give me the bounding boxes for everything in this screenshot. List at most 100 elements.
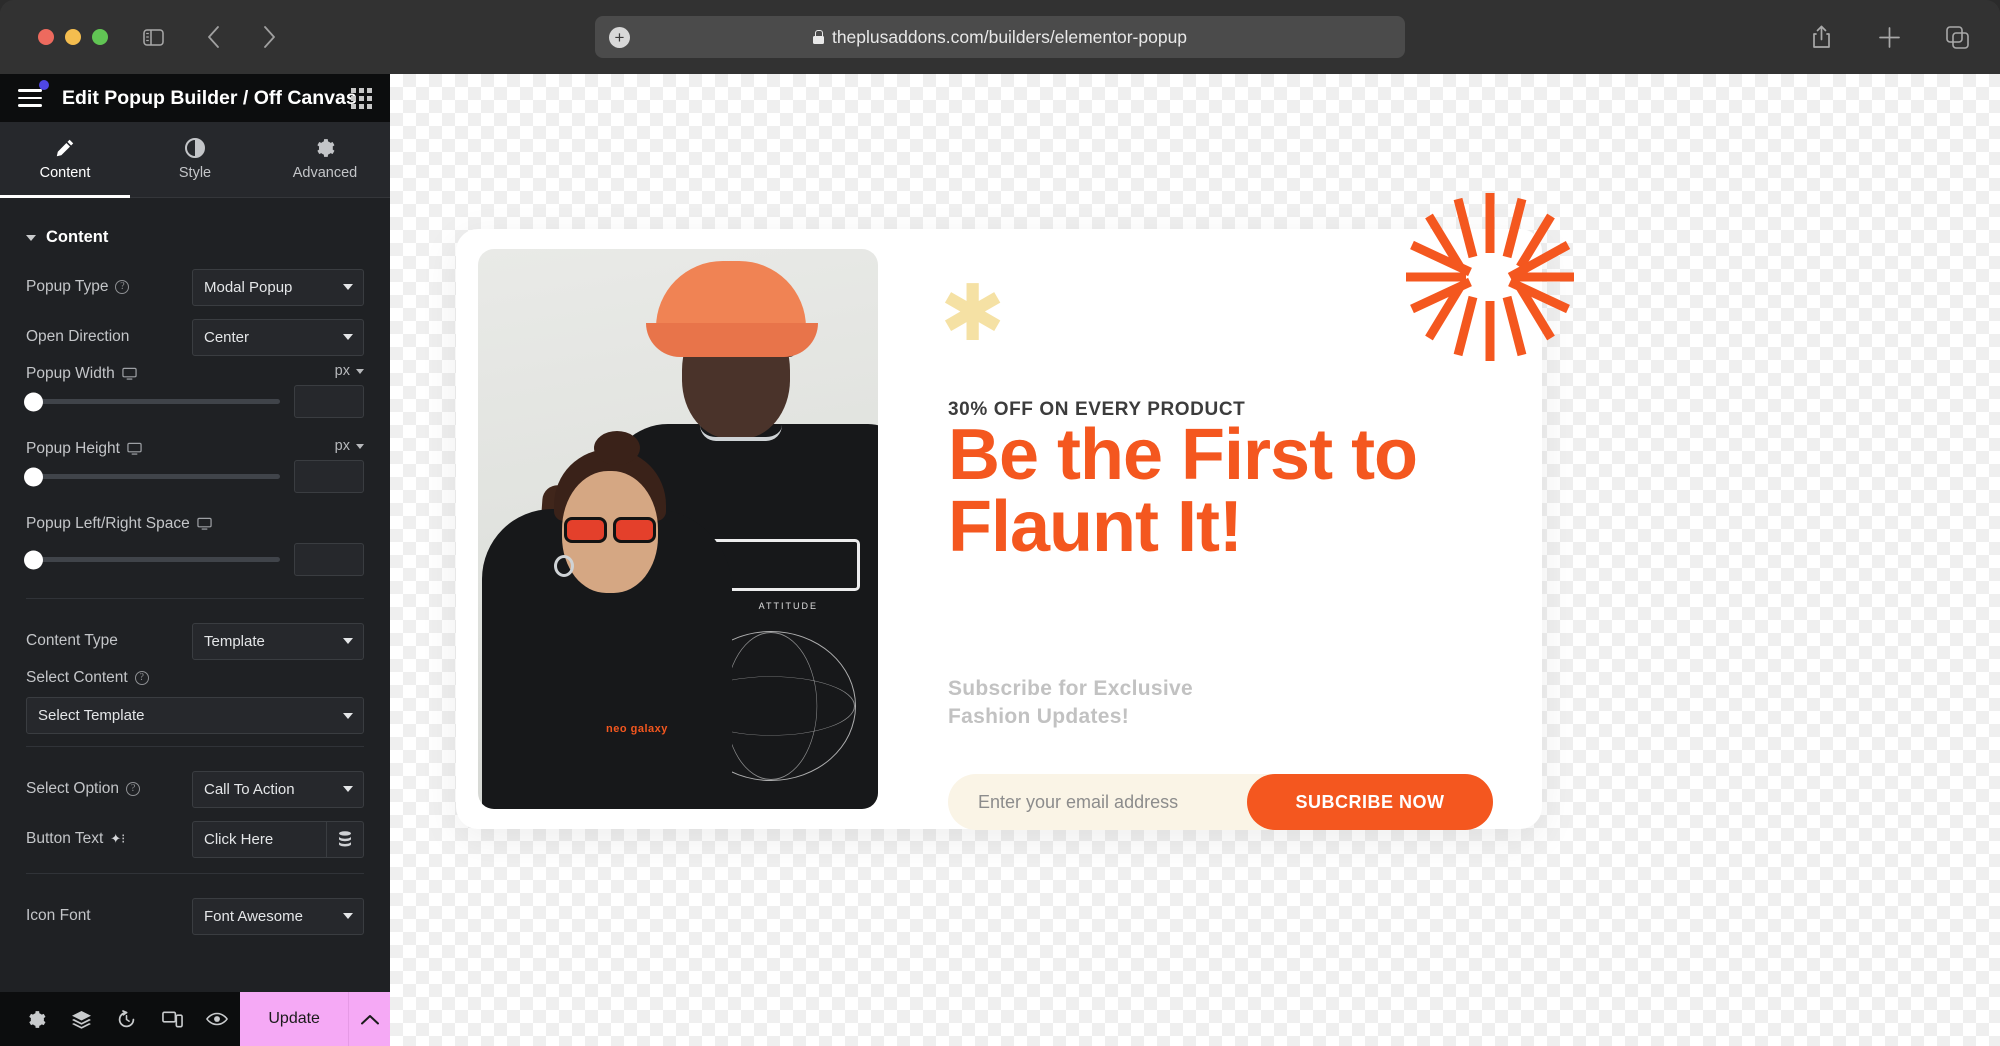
tab-advanced-label: Advanced	[292, 165, 358, 181]
preview-eye-icon[interactable]	[195, 992, 240, 1046]
minimize-window-button[interactable]	[65, 29, 81, 45]
share-icon[interactable]	[1804, 20, 1838, 54]
tshirt-logo: neo galaxy	[606, 723, 668, 735]
forward-chevron-icon[interactable]	[252, 20, 286, 54]
back-chevron-icon[interactable]	[196, 20, 230, 54]
address-bar-container: + theplusaddons.com/builders/elementor-p…	[595, 16, 1405, 58]
select-option-label: Select Option	[26, 780, 120, 797]
popup-type-select[interactable]: Modal Popup	[192, 268, 364, 306]
chevron-down-icon	[343, 712, 353, 719]
help-icon[interactable]: ?	[115, 280, 130, 294]
popup-content-area: ✱ 30% OFF ON EVERY PRODUCT Be the First …	[878, 193, 1574, 830]
open-direction-select[interactable]: Center	[192, 318, 364, 356]
popup-height-input[interactable]	[294, 460, 364, 493]
layers-icon[interactable]	[59, 992, 104, 1046]
popup-width-input[interactable]	[294, 385, 364, 418]
plus-circle-icon[interactable]: +	[609, 26, 630, 48]
panel-title: Edit Popup Builder / Off Canvas	[62, 86, 357, 109]
editor-panel: Edit Popup Builder / Off Canvas Content	[0, 74, 391, 1046]
tab-advanced[interactable]: Advanced	[260, 122, 390, 197]
content-section-header[interactable]: Content	[0, 202, 390, 265]
apps-grid-icon[interactable]	[351, 87, 372, 109]
dynamic-tags-sparkle-icon[interactable]: ✦⁝	[110, 831, 125, 847]
popup-type-label: Popup Type	[26, 278, 109, 295]
popup-height-slider[interactable]	[24, 467, 280, 486]
tab-content[interactable]: Content	[0, 122, 130, 198]
popup-width-slider[interactable]	[24, 392, 280, 411]
select-content-value: Select Template	[38, 707, 145, 724]
close-window-button[interactable]	[38, 29, 54, 45]
new-tab-plus-icon[interactable]	[1872, 20, 1906, 54]
button-text-input[interactable]: Click Here	[192, 820, 364, 858]
select-option-select[interactable]: Call To Action	[192, 770, 364, 808]
chevron-down-icon	[356, 368, 364, 374]
history-icon[interactable]	[104, 992, 149, 1046]
browser-window: + theplusaddons.com/builders/elementor-p…	[0, 0, 2000, 1046]
icon-font-select[interactable]: Font Awesome	[192, 897, 364, 935]
field-content-type: Content Type Template	[0, 619, 390, 663]
select-content-label: Select Content	[26, 669, 128, 686]
tab-style-label: Style	[178, 165, 212, 181]
select-content-select[interactable]: Select Template	[26, 697, 364, 734]
tab-style[interactable]: Style	[130, 122, 260, 197]
update-options-chevron-up-icon[interactable]	[348, 992, 391, 1046]
editor-canvas: ATTITUDE neo galaxy ✱ 30% OFF ON EVERY P…	[390, 74, 2000, 1046]
sunburst-close-icon[interactable]	[1400, 187, 1580, 367]
icon-font-value: Font Awesome	[204, 907, 303, 925]
tshirt-subtext: ATTITUDE	[758, 601, 818, 611]
popup-width-label: Popup Width	[26, 365, 115, 382]
browser-toolbar-right	[1804, 20, 1974, 54]
popup-lr-space-label: Popup Left/Right Space	[26, 515, 190, 532]
popup-type-value: Modal Popup	[204, 278, 293, 296]
settings-gear-icon[interactable]	[14, 992, 59, 1046]
slider-knob[interactable]	[24, 550, 43, 569]
chevron-down-icon	[356, 443, 364, 449]
chevron-down-icon	[343, 786, 353, 792]
responsive-icon[interactable]	[150, 992, 195, 1046]
slider-knob[interactable]	[24, 392, 43, 411]
pencil-icon	[55, 138, 75, 158]
navigation-arrows	[196, 20, 286, 54]
desktop-monitor-icon[interactable]	[127, 442, 142, 456]
dynamic-source-icon[interactable]	[326, 821, 363, 857]
popup-lr-space-control	[0, 543, 390, 576]
field-select-content: Select Content ? Select Template	[0, 669, 390, 734]
content-type-label: Content Type	[26, 632, 118, 649]
popup-height-label: Popup Height	[26, 440, 120, 457]
notification-badge	[39, 80, 49, 90]
chevron-down-icon	[343, 334, 353, 340]
desktop-monitor-icon[interactable]	[197, 517, 212, 531]
chevron-down-icon	[343, 913, 353, 919]
help-icon[interactable]: ?	[134, 671, 149, 685]
tab-overview-icon[interactable]	[1940, 20, 1974, 54]
popup-lr-space-input[interactable]	[294, 543, 364, 576]
field-button-text: Button Text ✦⁝ Click Here	[0, 817, 390, 861]
open-direction-value: Center	[204, 328, 250, 346]
content-type-value: Template	[204, 632, 265, 650]
popup-width-control	[0, 385, 390, 418]
popup-height-control	[0, 460, 390, 493]
address-bar[interactable]: + theplusaddons.com/builders/elementor-p…	[595, 16, 1405, 58]
divider	[26, 873, 364, 874]
divider	[26, 598, 364, 599]
desktop-monitor-icon[interactable]	[122, 367, 137, 381]
popup-lr-space-slider[interactable]	[24, 550, 280, 569]
content-type-select[interactable]: Template	[192, 622, 364, 660]
menu-hamburger-icon[interactable]	[18, 80, 49, 107]
help-icon[interactable]: ?	[126, 782, 141, 796]
popup-height-unit-value: px	[334, 438, 350, 454]
sidebar-toggle-icon[interactable]	[136, 20, 170, 54]
subscribe-button[interactable]: SUBCRIBE NOW	[1247, 774, 1493, 830]
field-open-direction: Open Direction Center	[0, 315, 390, 359]
slider-knob[interactable]	[24, 467, 43, 486]
url-text: theplusaddons.com/builders/elementor-pop…	[831, 26, 1188, 47]
maximize-window-button[interactable]	[92, 29, 108, 45]
gear-icon	[315, 138, 335, 158]
icon-font-label: Icon Font	[26, 907, 91, 924]
field-select-option: Select Option ? Call To Action	[0, 767, 390, 811]
divider	[26, 746, 364, 747]
select-option-value: Call To Action	[204, 780, 295, 798]
panel-body: Content Popup Type ? Modal Popup Open Di…	[0, 198, 390, 992]
button-text-value: Click Here	[204, 830, 274, 848]
update-button[interactable]: Update	[239, 992, 349, 1046]
